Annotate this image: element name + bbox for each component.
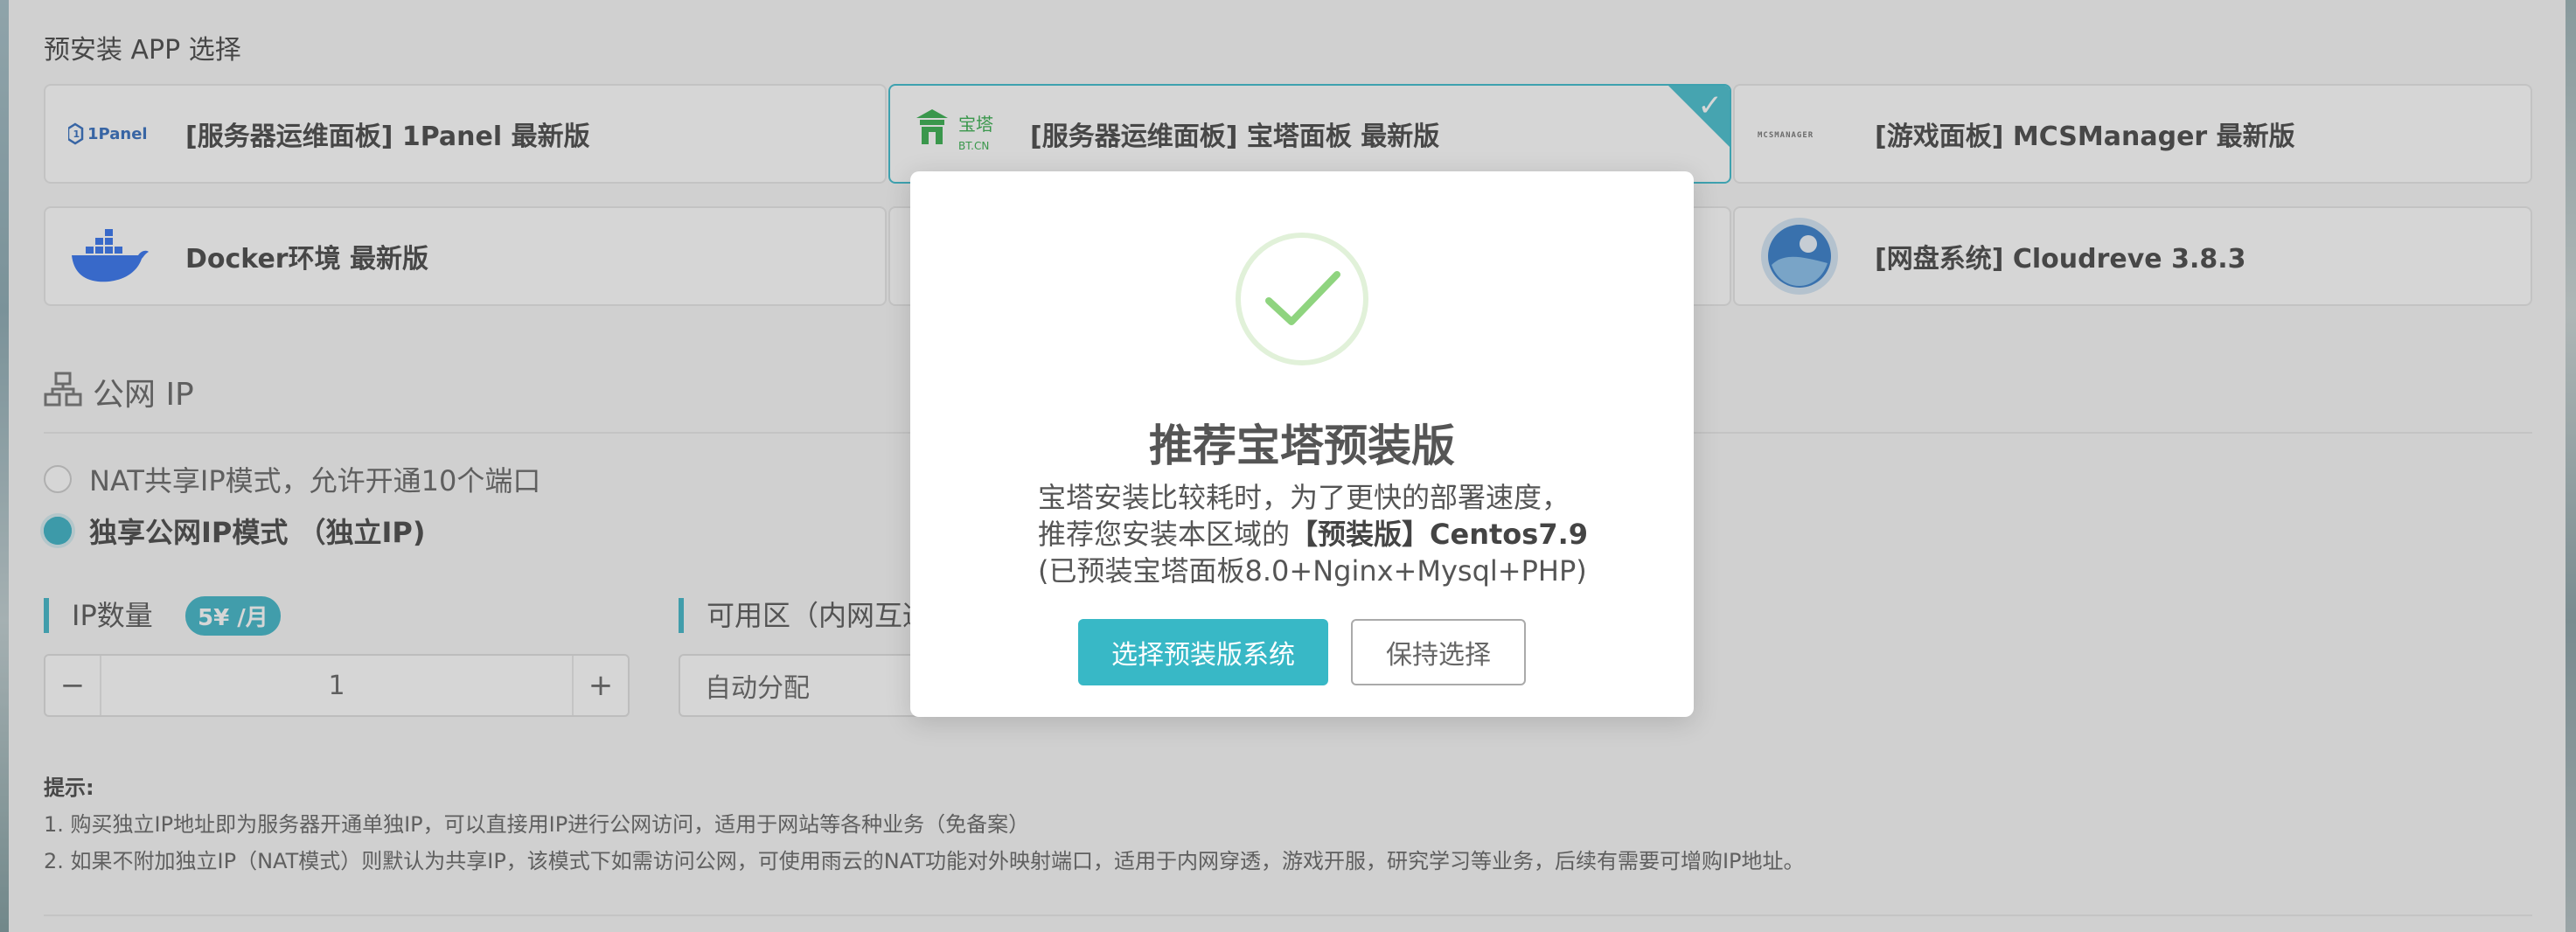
dialog-message-line-1: 宝塔安装比较耗时，为了更快的部署速度， (1038, 481, 1570, 514)
dialog-message-highlight: 【预装版】Centos7.9 (1290, 518, 1589, 551)
dialog-message-line-2: 推荐您安装本区域的【预装版】Centos7.9 (1038, 516, 1588, 553)
dialog-title: 推荐宝塔预装版 (1149, 421, 1455, 471)
success-check-icon (1236, 233, 1368, 365)
dialog-message-line-3: (已预装宝塔面板8.0+Nginx+Mysql+PHP) (1038, 554, 1587, 588)
select-preinstalled-button[interactable]: 选择预装版系统 (1078, 619, 1328, 685)
dialog-message-line-2-prefix: 推荐您安装本区域的 (1038, 518, 1291, 551)
keep-selection-button[interactable]: 保持选择 (1351, 619, 1526, 685)
dialog-message: 宝塔安装比较耗时，为了更快的部署速度， 推荐您安装本区域的【预装版】Centos… (1038, 479, 1588, 589)
recommendation-dialog: 推荐宝塔预装版 宝塔安装比较耗时，为了更快的部署速度， 推荐您安装本区域的【预装… (910, 171, 1694, 717)
